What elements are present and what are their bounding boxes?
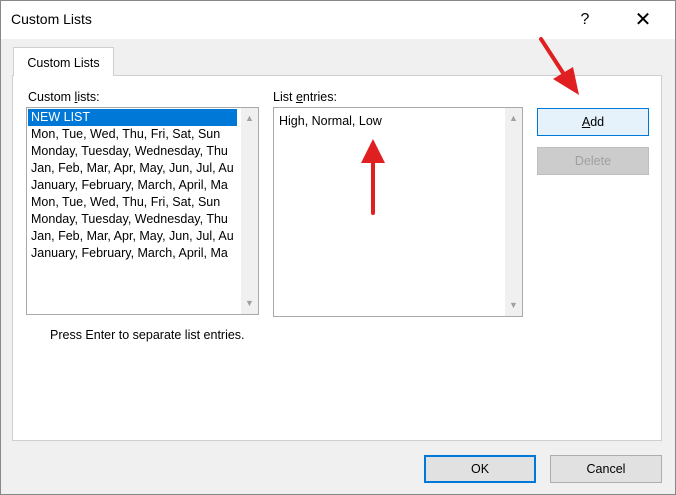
tab-custom-lists[interactable]: Custom Lists <box>13 47 114 76</box>
list-item[interactable]: Jan, Feb, Mar, Apr, May, Jun, Jul, Au <box>28 160 237 177</box>
list-item[interactable]: Mon, Tue, Wed, Thu, Fri, Sat, Sun <box>28 194 237 211</box>
ok-button[interactable]: OK <box>424 455 536 483</box>
list-entries-value: High, Normal, Low <box>279 114 382 128</box>
custom-lists-dialog: Custom Lists ? ✕ Custom Lists Custom lis… <box>0 0 676 495</box>
custom-lists-label: Custom lists: <box>28 90 100 104</box>
hint-text: Press Enter to separate list entries. <box>50 328 245 342</box>
title-bar: Custom Lists ? ✕ <box>1 1 675 39</box>
dialog-title: Custom Lists <box>11 11 92 27</box>
chevron-down-icon[interactable]: ▼ <box>505 297 522 314</box>
close-button[interactable]: ✕ <box>627 5 659 35</box>
list-item[interactable]: January, February, March, April, Ma <box>28 177 237 194</box>
chevron-down-icon[interactable]: ▼ <box>241 295 258 312</box>
list-entries-label: List entries: <box>273 90 337 104</box>
add-button[interactable]: Add <box>537 108 649 136</box>
list-item[interactable]: Monday, Tuesday, Wednesday, Thu <box>28 143 237 160</box>
list-item[interactable]: Jan, Feb, Mar, Apr, May, Jun, Jul, Au <box>28 228 237 245</box>
list-item-new-list[interactable]: NEW LIST <box>28 109 237 126</box>
help-button[interactable]: ? <box>573 7 597 33</box>
custom-lists-scrollbar[interactable]: ▲ ▼ <box>241 108 258 314</box>
chevron-up-icon[interactable]: ▲ <box>505 110 522 127</box>
cancel-button[interactable]: Cancel <box>550 455 662 483</box>
list-entries-textarea[interactable]: High, Normal, Low ▲ ▼ <box>273 107 523 317</box>
list-item[interactable]: January, February, March, April, Ma <box>28 245 237 262</box>
list-item[interactable]: Mon, Tue, Wed, Thu, Fri, Sat, Sun <box>28 126 237 143</box>
custom-lists-listbox[interactable]: NEW LIST Mon, Tue, Wed, Thu, Fri, Sat, S… <box>26 107 259 315</box>
list-entries-scrollbar[interactable]: ▲ ▼ <box>505 108 522 316</box>
chevron-up-icon[interactable]: ▲ <box>241 110 258 127</box>
list-item[interactable]: Monday, Tuesday, Wednesday, Thu <box>28 211 237 228</box>
delete-button[interactable]: Delete <box>537 147 649 175</box>
custom-lists-items: NEW LIST Mon, Tue, Wed, Thu, Fri, Sat, S… <box>28 109 237 262</box>
